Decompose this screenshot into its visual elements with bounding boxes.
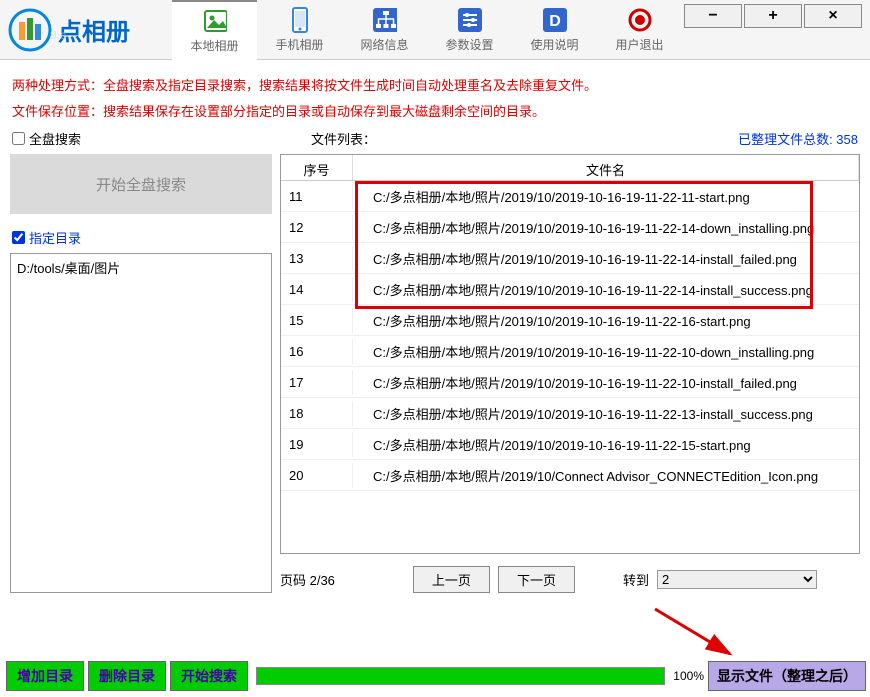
- tab-label: 用户退出: [615, 36, 663, 53]
- file-list-label: 文件列表：: [311, 129, 376, 148]
- tab-label: 网络信息: [360, 36, 408, 53]
- cell-name: C:/多点相册/本地/照片/2019/10/2019-10-16-19-11-2…: [353, 275, 859, 304]
- controls-row: 全盘搜索 文件列表： 已整理文件总数: 358: [12, 129, 858, 148]
- toolbar: 点相册 9.c 本地相册 手机相册 网络信息 参数设置 D 使用说明 用户退出 − + ×: [0, 0, 870, 60]
- params-icon: [458, 8, 482, 32]
- directory-path[interactable]: D:/tools/桌面/图片: [17, 258, 265, 277]
- pagination: 页码 2/36 上一页 下一页 转到 2: [280, 566, 860, 593]
- progress-bar: [256, 667, 665, 685]
- directory-list[interactable]: D:/tools/桌面/图片: [10, 253, 272, 593]
- cell-name: C:/多点相册/本地/照片/2019/10/2019-10-16-19-11-2…: [353, 306, 859, 335]
- main-area: 开始全盘搜索 指定目录 D:/tools/桌面/图片 序号 文件名 11C:/多…: [10, 154, 860, 593]
- header-num: 序号: [281, 155, 353, 180]
- cell-num: 11: [281, 184, 353, 209]
- start-search-button[interactable]: 开始搜索: [170, 661, 248, 691]
- help-icon: D: [543, 8, 567, 32]
- arrow-annotation: [650, 604, 750, 667]
- table-row[interactable]: 18C:/多点相册/本地/照片/2019/10/2019-10-16-19-11…: [281, 398, 859, 429]
- cell-num: 12: [281, 215, 353, 240]
- tab-phone[interactable]: 手机相册: [257, 0, 342, 60]
- phone-icon: [288, 8, 312, 32]
- tab-label: 参数设置: [445, 36, 493, 53]
- goto-select[interactable]: 2: [657, 570, 817, 589]
- table-row[interactable]: 16C:/多点相册/本地/照片/2019/10/2019-10-16-19-11…: [281, 336, 859, 367]
- cell-num: 19: [281, 432, 353, 457]
- specify-dir-checkbox[interactable]: [12, 231, 25, 244]
- show-files-button[interactable]: 显示文件（整理之后）: [708, 661, 866, 691]
- window-controls: − + ×: [682, 0, 870, 59]
- table-row[interactable]: 15C:/多点相册/本地/照片/2019/10/2019-10-16-19-11…: [281, 305, 859, 336]
- cell-num: 14: [281, 277, 353, 302]
- cell-name: C:/多点相册/本地/照片/2019/10/2019-10-16-19-11-2…: [353, 337, 859, 366]
- cell-num: 13: [281, 246, 353, 271]
- info-line-1: 两种处理方式：全盘搜索及指定目录搜索，搜索结果将按文件生成时间自动处理重名及去除…: [12, 76, 858, 96]
- logo-icon: [8, 8, 52, 52]
- progress-fill: [257, 668, 664, 684]
- table-row[interactable]: 19C:/多点相册/本地/照片/2019/10/2019-10-16-19-11…: [281, 429, 859, 460]
- cell-num: 17: [281, 370, 353, 395]
- tab-label: 本地相册: [190, 37, 238, 54]
- cell-num: 20: [281, 463, 353, 488]
- table-row[interactable]: 20C:/多点相册/本地/照片/2019/10/Connect Advisor_…: [281, 460, 859, 491]
- next-page-button[interactable]: 下一页: [498, 566, 575, 593]
- cell-name: C:/多点相册/本地/照片/2019/10/2019-10-16-19-11-2…: [353, 430, 859, 459]
- page-label: 页码 2/36: [280, 570, 335, 589]
- table-row[interactable]: 12C:/多点相册/本地/照片/2019/10/2019-10-16-19-11…: [281, 212, 859, 243]
- add-dir-button[interactable]: 增加目录: [6, 661, 84, 691]
- network-icon: [373, 8, 397, 32]
- cell-name: C:/多点相册/本地/照片/2019/10/2019-10-16-19-11-2…: [353, 368, 859, 397]
- full-search-checkbox[interactable]: [12, 132, 25, 145]
- tab-network[interactable]: 网络信息: [342, 0, 427, 60]
- delete-dir-button[interactable]: 删除目录: [88, 661, 166, 691]
- image-icon: [203, 9, 227, 33]
- table-body: 11C:/多点相册/本地/照片/2019/10/2019-10-16-19-11…: [281, 181, 859, 491]
- tab-label: 使用说明: [530, 36, 578, 53]
- table-row[interactable]: 13C:/多点相册/本地/照片/2019/10/2019-10-16-19-11…: [281, 243, 859, 274]
- cell-num: 15: [281, 308, 353, 333]
- tab-exit[interactable]: 用户退出: [597, 0, 682, 60]
- logo-text: 点相册: [58, 12, 130, 47]
- specify-dir-checkbox-label[interactable]: 指定目录: [12, 228, 270, 247]
- bottom-bar: 增加目录 删除目录 开始搜索 100% 显示文件（整理之后）: [6, 661, 866, 691]
- tab-params[interactable]: 参数设置: [427, 0, 512, 60]
- cell-name: C:/多点相册/本地/照片/2019/10/2019-10-16-19-11-2…: [353, 399, 859, 428]
- progress-percent: 100%: [673, 669, 704, 683]
- svg-text:D: D: [549, 13, 561, 30]
- cell-name: C:/多点相册/本地/照片/2019/10/2019-10-16-19-11-2…: [353, 244, 859, 273]
- info-line-2: 文件保存位置：搜索结果保存在设置部分指定的目录或自动保存到最大磁盘剩余空间的目录…: [12, 102, 858, 122]
- table-header: 序号 文件名: [281, 155, 859, 181]
- app-logo: 点相册 9.c: [0, 0, 172, 59]
- table-row[interactable]: 17C:/多点相册/本地/照片/2019/10/2019-10-16-19-11…: [281, 367, 859, 398]
- exit-icon: [628, 8, 652, 32]
- left-panel: 开始全盘搜索 指定目录 D:/tools/桌面/图片: [10, 154, 272, 593]
- cell-num: 16: [281, 339, 353, 364]
- right-panel: 序号 文件名 11C:/多点相册/本地/照片/2019/10/2019-10-1…: [280, 154, 860, 593]
- content-area: 两种处理方式：全盘搜索及指定目录搜索，搜索结果将按文件生成时间自动处理重名及去除…: [0, 60, 870, 603]
- header-name: 文件名: [353, 155, 859, 180]
- minimize-button[interactable]: −: [684, 4, 742, 28]
- cell-name: C:/多点相册/本地/照片/2019/10/2019-10-16-19-11-2…: [353, 213, 859, 242]
- specify-dir-text: 指定目录: [29, 228, 81, 247]
- maximize-button[interactable]: +: [744, 4, 802, 28]
- full-disk-search-button[interactable]: 开始全盘搜索: [10, 154, 272, 214]
- goto-label: 转到: [623, 570, 649, 589]
- close-button[interactable]: ×: [804, 4, 862, 28]
- cell-name: C:/多点相册/本地/照片/2019/10/2019-10-16-19-11-2…: [353, 182, 859, 211]
- file-count-label: 已整理文件总数: 358: [738, 129, 858, 148]
- table-row[interactable]: 14C:/多点相册/本地/照片/2019/10/2019-10-16-19-11…: [281, 274, 859, 305]
- tab-help[interactable]: D 使用说明: [512, 0, 597, 60]
- tab-local[interactable]: 本地相册: [172, 0, 257, 60]
- tab-label: 手机相册: [275, 36, 323, 53]
- table-row[interactable]: 11C:/多点相册/本地/照片/2019/10/2019-10-16-19-11…: [281, 181, 859, 212]
- file-table: 序号 文件名 11C:/多点相册/本地/照片/2019/10/2019-10-1…: [280, 154, 860, 554]
- full-search-checkbox-label[interactable]: 全盘搜索: [12, 129, 81, 148]
- logo-watermark: 9.c: [50, 28, 66, 42]
- cell-num: 18: [281, 401, 353, 426]
- prev-page-button[interactable]: 上一页: [413, 566, 490, 593]
- cell-name: C:/多点相册/本地/照片/2019/10/Connect Advisor_CO…: [353, 461, 859, 490]
- full-search-text: 全盘搜索: [29, 129, 81, 148]
